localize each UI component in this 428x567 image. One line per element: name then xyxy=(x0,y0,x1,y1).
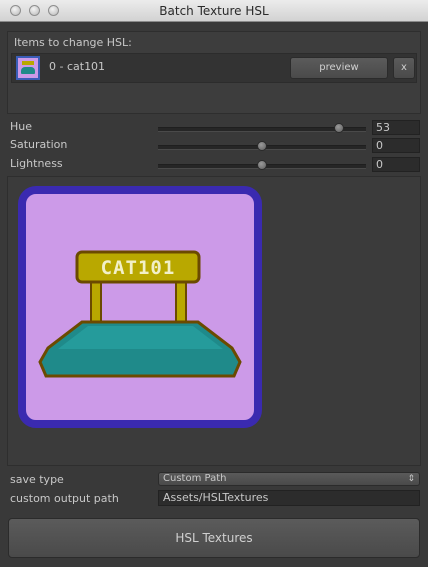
preview-panel: CAT101 xyxy=(7,176,421,466)
items-heading: Items to change HSL: xyxy=(14,36,132,49)
image-border xyxy=(18,186,262,428)
window-title: Batch Texture HSL xyxy=(159,4,269,18)
hue-value-field[interactable]: 53 xyxy=(372,120,420,135)
texture-thumbnail xyxy=(16,56,40,80)
saturation-slider-thumb[interactable] xyxy=(257,141,267,151)
save-type-value: Custom Path xyxy=(163,473,227,484)
lightness-value-field[interactable]: 0 xyxy=(372,157,420,172)
hue-label: Hue xyxy=(10,120,33,133)
items-panel: Items to change HSL: 0 - cat101 preview … xyxy=(7,31,421,114)
dropdown-arrows-icon: ⇕ xyxy=(407,474,415,484)
preview-button[interactable]: preview xyxy=(290,57,388,79)
save-type-dropdown[interactable]: Custom Path ⇕ xyxy=(158,472,420,486)
lightness-slider-thumb[interactable] xyxy=(257,160,267,170)
output-path-label: custom output path xyxy=(10,492,119,505)
sign-text: CAT101 xyxy=(101,257,176,279)
save-type-label: save type xyxy=(10,473,64,486)
remove-item-button[interactable]: x xyxy=(393,57,415,79)
item-label: 0 - cat101 xyxy=(49,60,106,73)
hsl-textures-button[interactable]: HSL Textures xyxy=(8,518,420,558)
window-titlebar: Batch Texture HSL xyxy=(0,0,428,22)
list-item[interactable]: 0 - cat101 preview x xyxy=(11,53,417,83)
saturation-value-field[interactable]: 0 xyxy=(372,138,420,153)
texture-preview-image: CAT101 xyxy=(18,186,262,428)
output-path-input[interactable]: Assets/HSLTextures xyxy=(158,490,420,506)
lightness-label: Lightness xyxy=(10,157,63,170)
saturation-label: Saturation xyxy=(10,138,68,151)
